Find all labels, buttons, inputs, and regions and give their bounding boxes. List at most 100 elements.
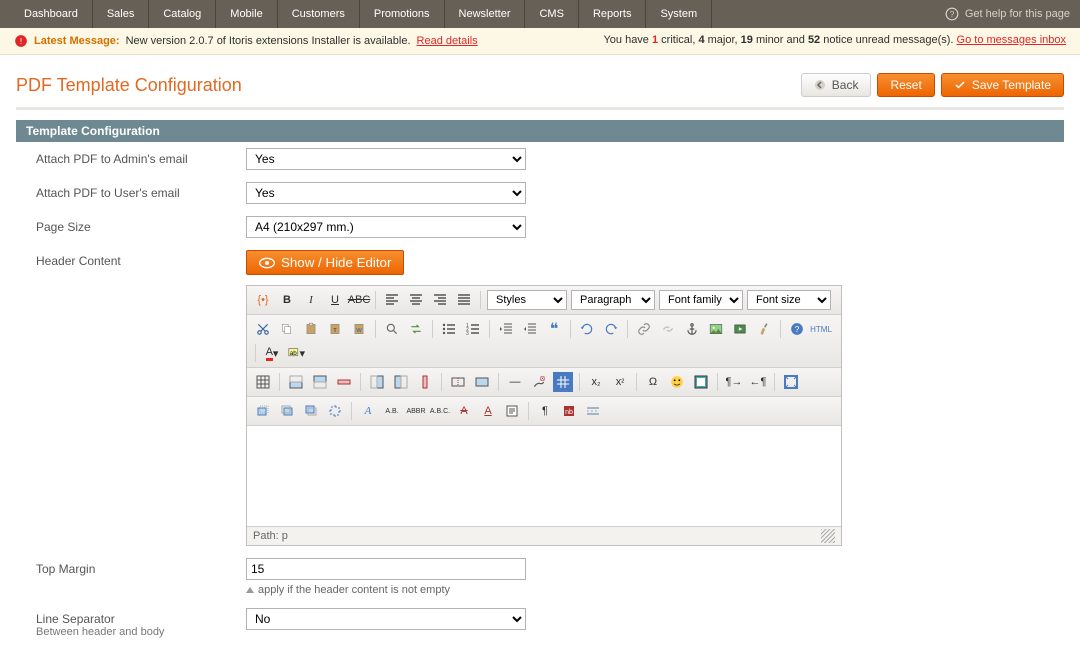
numbered-list-button[interactable]: 123 [463, 319, 483, 339]
layer-forward-button[interactable] [277, 401, 297, 421]
svg-text:?: ? [950, 10, 955, 19]
bold-button[interactable]: B [277, 290, 297, 310]
nav-mobile[interactable]: Mobile [216, 0, 277, 28]
html-button[interactable]: HTML [811, 319, 831, 339]
image-button[interactable] [706, 319, 726, 339]
bullet-list-button[interactable] [439, 319, 459, 339]
go-inbox-link[interactable]: Go to messages inbox [957, 34, 1066, 46]
attribs-button[interactable] [502, 401, 522, 421]
nav-catalog[interactable]: Catalog [149, 0, 216, 28]
visualaid-button[interactable] [553, 372, 573, 392]
table-button[interactable] [253, 372, 273, 392]
resize-handle[interactable] [821, 529, 835, 543]
back-button[interactable]: Back [801, 73, 872, 97]
link-button[interactable] [634, 319, 654, 339]
replace-button[interactable] [406, 319, 426, 339]
align-center-button[interactable] [406, 290, 426, 310]
blockquote-button[interactable]: ❝ [544, 319, 564, 339]
hr-button[interactable]: — [505, 372, 525, 392]
emotions-button[interactable] [667, 372, 687, 392]
media-button[interactable] [730, 319, 750, 339]
unlink-button[interactable] [658, 319, 678, 339]
nav-promotions[interactable]: Promotions [360, 0, 445, 28]
svg-text:W: W [356, 328, 362, 334]
row-after-button[interactable] [310, 372, 330, 392]
nav-cms[interactable]: CMS [525, 0, 578, 28]
align-left-button[interactable] [382, 290, 402, 310]
nav-system[interactable]: System [646, 0, 712, 28]
merge-cells-button[interactable] [472, 372, 492, 392]
iframe-button[interactable] [691, 372, 711, 392]
read-details-link[interactable]: Read details [417, 35, 478, 47]
attach-user-label: Attach PDF to User's email [36, 182, 246, 200]
widget-icon[interactable]: {•} [253, 290, 273, 310]
split-cells-button[interactable] [448, 372, 468, 392]
page-size-select[interactable]: A4 (210x297 mm.) [246, 216, 526, 238]
text-color-button[interactable]: A▾ [262, 343, 282, 363]
editor-textarea[interactable] [247, 426, 841, 526]
align-justify-button[interactable] [454, 290, 474, 310]
layer-absolute-button[interactable] [325, 401, 345, 421]
help-link[interactable]: ? Get help for this page [945, 7, 1070, 21]
paste-text-button[interactable]: T [325, 319, 345, 339]
nbsp-button[interactable]: nb [559, 401, 579, 421]
show-hide-editor-button[interactable]: Show / Hide Editor [246, 250, 404, 275]
col-before-button[interactable] [367, 372, 387, 392]
subscript-button[interactable]: x₂ [586, 372, 606, 392]
fontfamily-select[interactable]: Font family [659, 290, 743, 310]
pagebreak-button[interactable] [583, 401, 603, 421]
find-button[interactable] [382, 319, 402, 339]
save-template-button[interactable]: Save Template [941, 73, 1064, 97]
help-button[interactable]: ? [787, 319, 807, 339]
nav-reports[interactable]: Reports [579, 0, 647, 28]
anchor-button[interactable] [682, 319, 702, 339]
ins-button[interactable]: A [478, 401, 498, 421]
visualchars-button[interactable]: ¶ [535, 401, 555, 421]
abbr-button[interactable]: ABBR [406, 401, 426, 421]
layer-backward-button[interactable] [301, 401, 321, 421]
align-right-button[interactable] [430, 290, 450, 310]
col-after-button[interactable] [391, 372, 411, 392]
bg-color-button[interactable]: ab▾ [286, 343, 306, 363]
col-delete-button[interactable] [415, 372, 435, 392]
styleprops-button[interactable]: A [358, 401, 378, 421]
row-before-button[interactable] [286, 372, 306, 392]
row-delete-button[interactable] [334, 372, 354, 392]
fullscreen-button[interactable] [781, 372, 801, 392]
reset-button[interactable]: Reset [877, 73, 934, 97]
header-content-label: Header Content [36, 250, 246, 268]
nav-sales[interactable]: Sales [93, 0, 150, 28]
paste-button[interactable] [301, 319, 321, 339]
charmap-button[interactable]: Ω [643, 372, 663, 392]
italic-button[interactable]: I [301, 290, 321, 310]
redo-button[interactable] [601, 319, 621, 339]
underline-button[interactable]: U [325, 290, 345, 310]
outdent-button[interactable] [496, 319, 516, 339]
nav-dashboard[interactable]: Dashboard [10, 0, 93, 28]
strikethrough-button[interactable]: ABC [349, 290, 369, 310]
del-button[interactable]: A [454, 401, 474, 421]
styles-select[interactable]: Styles [487, 290, 567, 310]
remove-format-button[interactable] [529, 372, 549, 392]
attach-admin-select[interactable]: Yes [246, 148, 526, 170]
superscript-button[interactable]: x² [610, 372, 630, 392]
paste-word-button[interactable]: W [349, 319, 369, 339]
layer-button[interactable] [253, 401, 273, 421]
attach-user-select[interactable]: Yes [246, 182, 526, 204]
cut-button[interactable] [253, 319, 273, 339]
ltr-button[interactable]: ¶→ [724, 372, 744, 392]
indent-button[interactable] [520, 319, 540, 339]
undo-button[interactable] [577, 319, 597, 339]
nav-customers[interactable]: Customers [278, 0, 360, 28]
acronym-button[interactable]: A.B.C. [430, 401, 450, 421]
cleanup-button[interactable] [754, 319, 774, 339]
top-margin-input[interactable] [246, 558, 526, 580]
paragraph-select[interactable]: Paragraph [571, 290, 655, 310]
rtl-button[interactable]: ←¶ [748, 372, 768, 392]
line-sep-select[interactable]: No [246, 608, 526, 630]
cite-button[interactable]: A.B. [382, 401, 402, 421]
copy-button[interactable] [277, 319, 297, 339]
show-hide-label: Show / Hide Editor [281, 255, 391, 270]
nav-newsletter[interactable]: Newsletter [445, 0, 526, 28]
fontsize-select[interactable]: Font size [747, 290, 831, 310]
